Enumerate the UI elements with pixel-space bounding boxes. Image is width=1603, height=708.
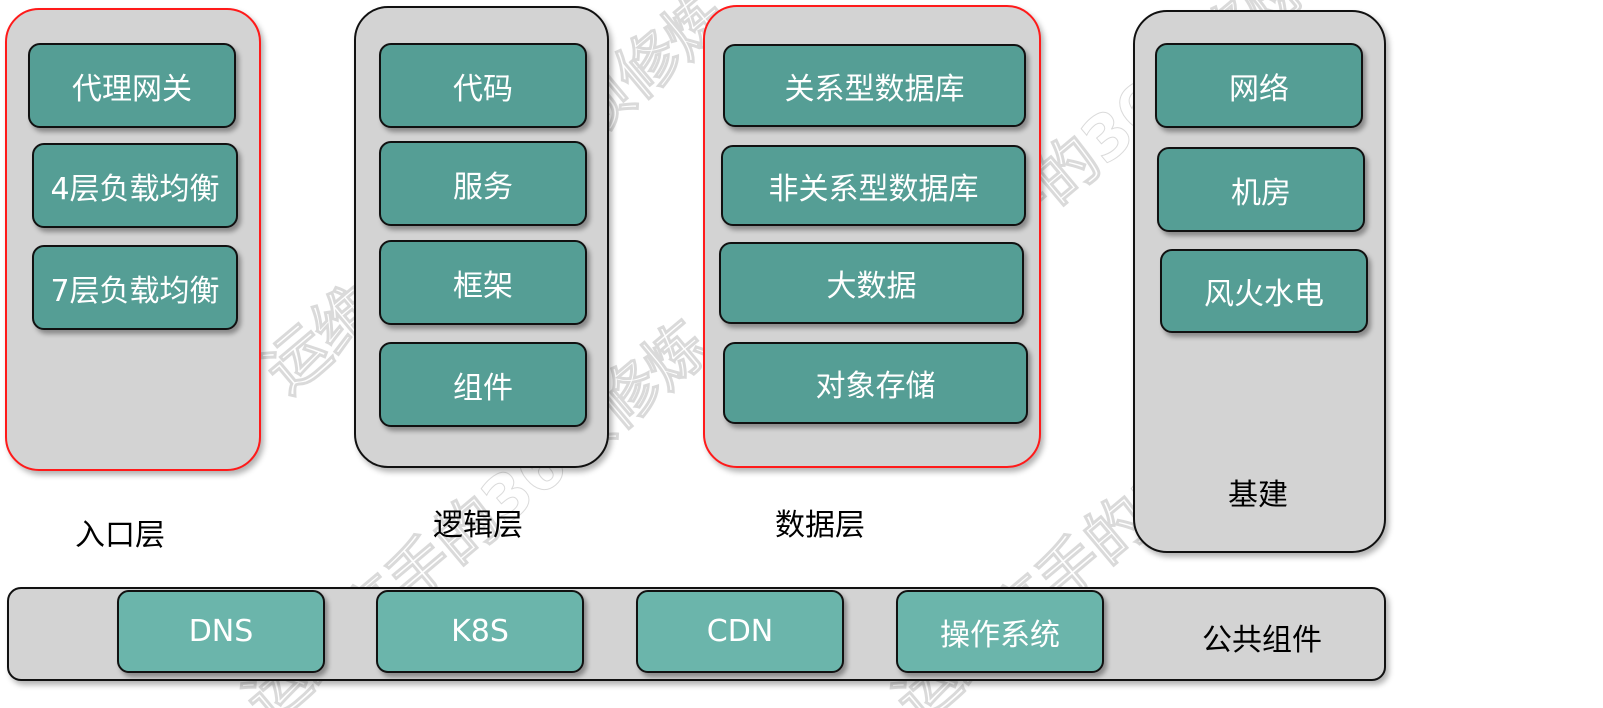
entry-item: 4层负载均衡 bbox=[32, 143, 238, 228]
logic-layer-label: 逻辑层 bbox=[433, 508, 523, 543]
logic-item: 服务 bbox=[379, 141, 587, 226]
common-item: K8S bbox=[376, 590, 584, 673]
data-item: 对象存储 bbox=[723, 342, 1028, 424]
common-item: CDN bbox=[636, 590, 844, 673]
logic-item: 框架 bbox=[379, 240, 587, 325]
infra-item: 网络 bbox=[1155, 43, 1363, 128]
data-item: 非关系型数据库 bbox=[721, 145, 1026, 226]
logic-item: 代码 bbox=[379, 43, 587, 128]
common-item: DNS bbox=[117, 590, 325, 673]
data-item: 大数据 bbox=[719, 242, 1024, 324]
entry-item: 7层负载均衡 bbox=[32, 245, 238, 330]
logic-item: 组件 bbox=[379, 342, 587, 427]
architecture-diagram: 运维高手的36项修炼 运维高手的36项修炼 运维高手的36项修炼 运维高手的36… bbox=[0, 0, 1603, 708]
infra-layer-label: 基建 bbox=[1228, 478, 1288, 513]
data-item: 关系型数据库 bbox=[723, 44, 1026, 127]
infra-item: 机房 bbox=[1157, 147, 1365, 232]
common-item: 操作系统 bbox=[896, 590, 1104, 673]
entry-item: 代理网关 bbox=[28, 43, 236, 128]
common-components-label: 公共组件 bbox=[1202, 623, 1322, 658]
infra-item: 风火水电 bbox=[1160, 249, 1368, 333]
data-layer-label: 数据层 bbox=[775, 508, 865, 543]
entry-layer-label: 入口层 bbox=[75, 518, 165, 553]
